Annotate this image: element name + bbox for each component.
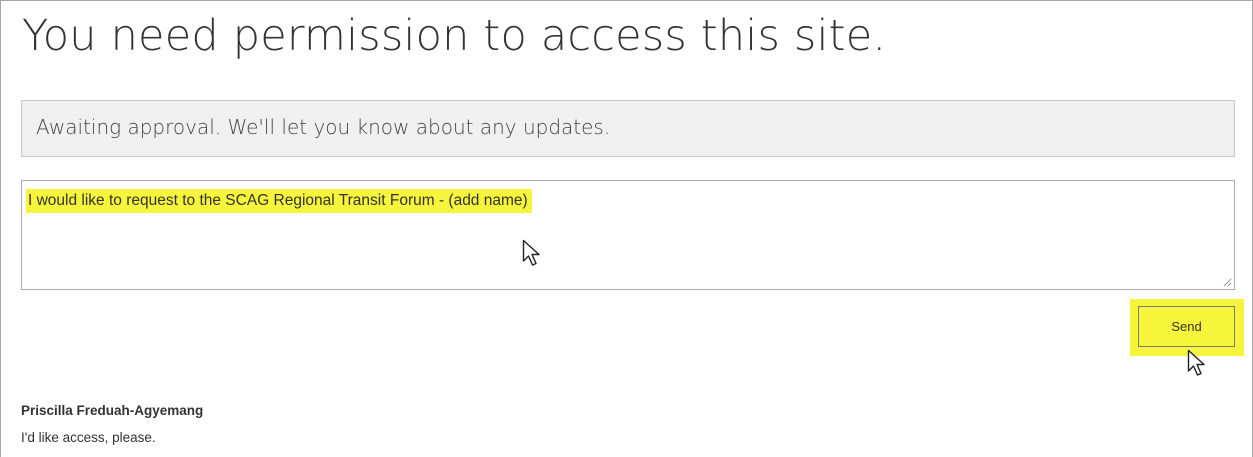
requester-message: I'd like access, please. [21, 430, 156, 445]
request-message-textarea[interactable]: I would like to request to the SCAG Regi… [21, 180, 1235, 290]
page-title: You need permission to access this site. [22, 11, 887, 61]
status-text: Awaiting approval. We'll let you know ab… [36, 115, 611, 139]
send-button[interactable]: Send [1138, 306, 1235, 347]
arrow-cursor-icon [522, 239, 540, 266]
request-message-text: I would like to request to the SCAG Regi… [26, 189, 532, 213]
access-request-page: You need permission to access this site.… [0, 0, 1253, 457]
status-banner: Awaiting approval. We'll let you know ab… [21, 100, 1235, 157]
arrow-cursor-icon [1187, 349, 1205, 376]
requester-name: Priscilla Freduah-Agyemang [21, 403, 204, 418]
resize-grip-icon[interactable] [1222, 277, 1232, 287]
